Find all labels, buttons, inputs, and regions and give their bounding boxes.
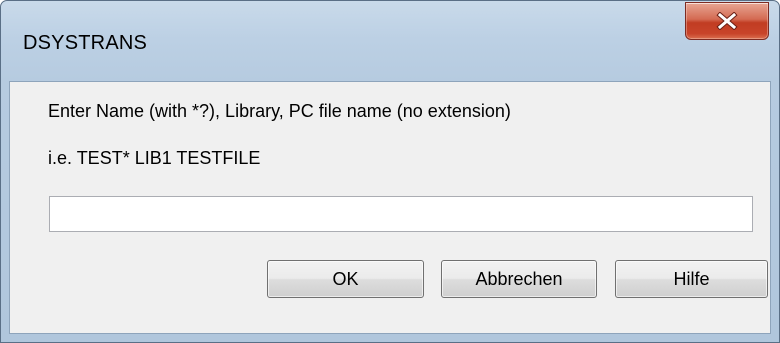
example-label: i.e. TEST* LIB1 TESTFILE [48, 148, 261, 168]
ok-button[interactable]: OK [267, 260, 424, 298]
window-title: DSYSTRANS [23, 32, 148, 54]
title-bar[interactable]: DSYSTRANS [1, 1, 779, 81]
dialog-body: Enter Name (with *?), Library, PC file n… [9, 81, 771, 334]
cancel-button[interactable]: Abbrechen [441, 260, 597, 298]
name-library-input[interactable] [49, 196, 753, 232]
dialog-window: DSYSTRANS Enter Name (with *?), Library,… [0, 0, 780, 343]
close-x-icon [716, 12, 738, 30]
prompt-label: Enter Name (with *?), Library, PC file n… [48, 101, 511, 121]
close-button[interactable] [685, 2, 769, 40]
help-button[interactable]: Hilfe [615, 260, 768, 298]
